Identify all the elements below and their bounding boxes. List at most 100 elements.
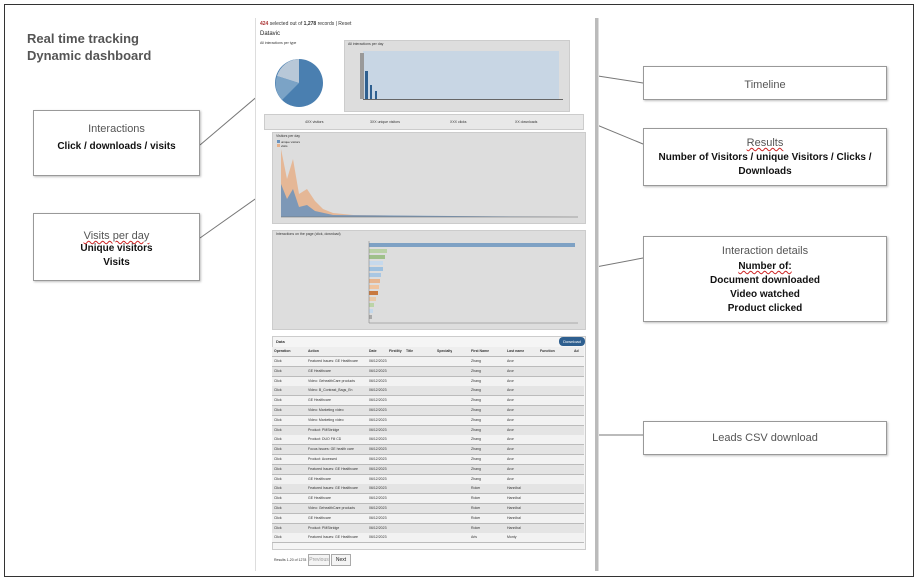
cell-op: Click xyxy=(274,359,282,363)
table-row: Click Video: GehealthCare products 06/12/2… xyxy=(272,504,584,514)
cell-action: GE Healthcare xyxy=(308,496,331,501)
cell-date: 06/12/2023 xyxy=(369,535,387,540)
cell-first: Zhang xyxy=(471,408,481,412)
table-row: Click Product: Accessed 06/12/2023 Zhang Aro… xyxy=(272,455,584,465)
cell-last: Monty xyxy=(507,535,517,540)
cell-date: 06/12/2023 xyxy=(369,417,387,422)
cell-first: Zhang xyxy=(471,476,481,481)
cell-first: Roker xyxy=(471,506,481,510)
table-row: Click GE Healthcare 06/12/2023 Zhang Aron xyxy=(272,396,584,407)
page-scrollbar[interactable] xyxy=(595,18,598,571)
table-row: Click Video: Marketing video 06/12/2023 Zha… xyxy=(272,415,584,426)
cell-last: Aron xyxy=(507,417,515,422)
cell-action: Product: PMSbridge xyxy=(308,427,340,432)
cell-date: 06/12/2023 xyxy=(369,388,387,393)
table-row: Click Product: DUO Fill CD 06/12/2023 Zhang… xyxy=(272,435,584,446)
cell-last: Aron xyxy=(507,408,515,412)
selection-summary: 424 selected out of 1,278 records | Rese… xyxy=(260,21,352,27)
cell-last: Aron xyxy=(507,457,515,461)
cell-first: Aris xyxy=(471,535,478,540)
cell-op: Click xyxy=(274,388,282,393)
callout-interaction-details: Interaction details Number of: Document … xyxy=(643,236,887,322)
cell-action: GE Healthcare xyxy=(308,368,331,373)
cell-last: Hannibal xyxy=(507,525,521,530)
cell-date: 06/12/2023 xyxy=(369,359,387,363)
cell-first: Zhang xyxy=(471,437,481,442)
table-row: Click Featured Issues: GE Healthcare 06/12… xyxy=(272,484,584,495)
cell-action: Featured Issues: GE Healthcare xyxy=(308,466,358,471)
cell-first: Roker xyxy=(471,486,481,491)
cell-date: 06/12/2023 xyxy=(369,427,387,432)
cell-op: Click xyxy=(274,486,282,491)
table-row: Click Video: B_Contrast_Bags_En 06/12/2023… xyxy=(272,386,584,397)
cell-date: 06/12/2023 xyxy=(369,506,387,510)
cell-date: 06/12/2023 xyxy=(369,378,387,383)
cell-op: Click xyxy=(274,476,282,481)
cell-last: Hannibal xyxy=(507,515,521,520)
callout-interactions: Interactions Click / downloads / visits xyxy=(33,110,200,176)
cell-last: Aron xyxy=(507,437,515,442)
stat-unique-visitors: 3XX unique visitors xyxy=(370,120,400,124)
table-row: Click GE Healthcare 06/12/2023 Zhang Aron xyxy=(272,366,584,377)
csv-download-button[interactable]: Download xyxy=(559,337,585,346)
cell-action: Product: Accessed xyxy=(308,457,337,461)
cell-last: Hannibal xyxy=(507,506,521,510)
cell-first: Zhang xyxy=(471,388,481,393)
table-row: Click GE Healthcare 06/12/2023 Roker Hanniba… xyxy=(272,513,584,524)
results-stats-bar: 4XX visitors 3XX unique visitors XXX cli… xyxy=(264,114,584,130)
cell-action: Product: DUO Fill CD xyxy=(308,437,342,442)
cell-last: Hannibal xyxy=(507,496,521,501)
cell-last: Aron xyxy=(507,427,515,432)
cell-date: 06/12/2023 xyxy=(369,476,387,481)
cell-first: Zhang xyxy=(471,457,481,461)
interactions-pie-chart[interactable] xyxy=(274,58,324,108)
cell-first: Zhang xyxy=(471,359,481,363)
cell-first: Zhang xyxy=(471,427,481,432)
callout-leads-csv: Leads CSV download xyxy=(643,421,887,455)
cell-first: Zhang xyxy=(471,417,481,422)
cell-action: Video: Marketing video xyxy=(308,408,344,412)
visits-per-day-panel[interactable]: Visitors per day unique visitors visits xyxy=(272,132,586,224)
cell-op: Click xyxy=(274,535,282,540)
cell-action: Video: B_Contrast_Bags_En xyxy=(308,388,353,393)
cell-first: Zhang xyxy=(471,447,481,452)
cell-action: GE Healthcare xyxy=(308,515,331,520)
cell-date: 06/12/2023 xyxy=(369,368,387,373)
cell-first: Zhang xyxy=(471,368,481,373)
cell-op: Click xyxy=(274,506,282,510)
cell-op: Click xyxy=(274,457,282,461)
stat-clicks: XXX clicks xyxy=(450,120,467,124)
cell-first: Roker xyxy=(471,525,481,530)
cell-first: Zhang xyxy=(471,398,481,403)
table-row: Click Featured Issues: GE Healthcare 06/12… xyxy=(272,464,584,475)
cell-action: GE Healthcare xyxy=(308,398,331,403)
table-row: Click Featured Issues: GE Healthcare 06/12… xyxy=(272,533,584,544)
cell-op: Click xyxy=(274,437,282,442)
dashboard-screenshot: 424 selected out of 1,278 records | Rese… xyxy=(255,18,599,571)
interaction-details-panel[interactable]: Interactions on the page (click, downloa… xyxy=(272,230,586,330)
cell-action: Product: PMSbridge xyxy=(308,525,340,530)
cell-last: Aron xyxy=(507,359,515,363)
next-button[interactable]: Next xyxy=(331,554,351,566)
visits-area-chart xyxy=(281,149,578,218)
cell-op: Click xyxy=(274,378,282,383)
cell-date: 06/12/2023 xyxy=(369,496,387,501)
cell-op: Click xyxy=(274,525,282,530)
cell-date: 06/12/2023 xyxy=(369,447,387,452)
dashboard-title: Datavic xyxy=(260,31,281,37)
cell-last: Aron xyxy=(507,398,515,403)
cell-op: Click xyxy=(274,417,282,422)
previous-button[interactable]: Previous xyxy=(308,554,330,566)
cell-date: 06/12/2023 xyxy=(369,437,387,442)
cell-date: 06/12/2023 xyxy=(369,466,387,471)
cell-op: Click xyxy=(274,515,282,520)
cell-action: Video: Marketing video xyxy=(308,417,344,422)
cell-first: Roker xyxy=(471,496,481,501)
cell-action: Video: GehealthCare products xyxy=(308,506,356,510)
table-row: Click Video: GehealthCare products 06/12/2… xyxy=(272,376,584,387)
timeline-panel[interactable]: All interactions per day xyxy=(344,40,570,112)
table-row: Click GE Healthcare 06/12/2023 Roker Hanniba… xyxy=(272,494,584,505)
cell-action: Video: GehealthCare products xyxy=(308,378,356,383)
stat-downloads: XX downloads xyxy=(515,120,538,124)
cell-op: Click xyxy=(274,496,282,501)
